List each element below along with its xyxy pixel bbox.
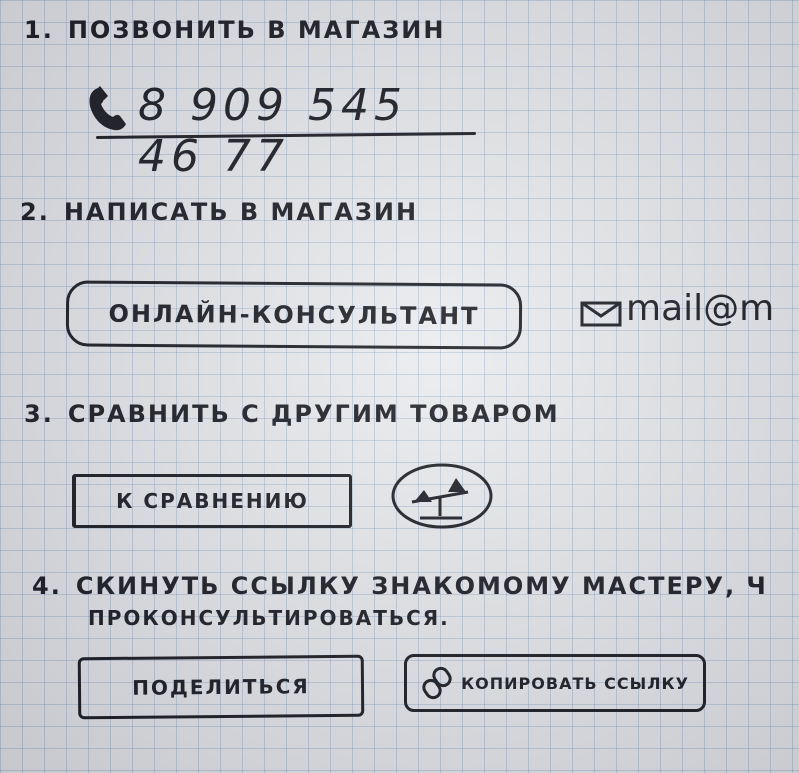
envelope-icon xyxy=(580,300,624,332)
copy-link-label: копировать ссылку xyxy=(461,673,689,693)
compare-number: 3. xyxy=(24,400,54,428)
share-button[interactable]: поделиться xyxy=(77,654,365,720)
call-number: 1. xyxy=(24,16,54,44)
compare-label: к сравнению xyxy=(116,489,309,513)
share-heading-line2: проконсультироваться. xyxy=(88,606,450,630)
online-consultant-button[interactable]: онлайн-консультант xyxy=(65,280,523,350)
link-icon xyxy=(421,666,453,700)
compare-button[interactable]: к сравнению xyxy=(72,474,352,528)
call-heading: 1. позвонить в магазин xyxy=(24,16,445,44)
share-title-line1: скинуть ссылку знакомому мастеру, ч xyxy=(75,572,768,600)
write-heading: 2. написать в магазин xyxy=(20,198,418,226)
write-title: написать в магазин xyxy=(63,198,419,226)
phone-number[interactable]: 8 909 545 46 77 xyxy=(138,80,484,182)
phone-row[interactable]: 8 909 545 46 77 xyxy=(84,78,484,182)
share-title-line2: проконсультироваться. xyxy=(88,606,450,630)
compare-heading: 3. сравнить с другим товаром xyxy=(24,400,560,428)
mail-label: mail@m xyxy=(626,288,775,329)
scales-icon xyxy=(390,463,494,534)
write-number: 2. xyxy=(20,198,50,226)
copy-link-button[interactable]: копировать ссылку xyxy=(404,654,706,712)
compare-icon-button[interactable] xyxy=(390,462,494,530)
call-title: позвонить в магазин xyxy=(67,16,446,44)
share-number: 4. xyxy=(32,572,62,600)
mail-link[interactable]: mail@m xyxy=(578,288,799,338)
share-label: поделиться xyxy=(132,674,310,700)
phone-icon xyxy=(84,82,136,138)
share-heading-line1: 4. скинуть ссылку знакомому мастеру, ч xyxy=(32,572,768,600)
online-consultant-label: онлайн-консультант xyxy=(108,299,480,331)
compare-title: сравнить с другим товаром xyxy=(67,400,560,428)
